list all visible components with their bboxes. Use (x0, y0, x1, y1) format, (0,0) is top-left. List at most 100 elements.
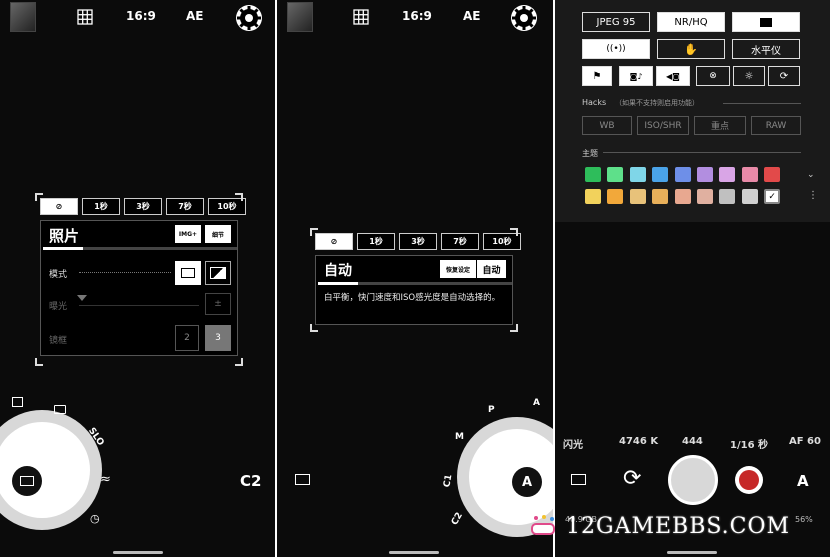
stabilizer-button[interactable]: ((•)) (582, 39, 650, 59)
card-title: 自动 (324, 263, 352, 279)
dial-center-button[interactable] (12, 466, 42, 496)
hack-iso-shr[interactable]: ISO/SHR (637, 116, 689, 135)
timer-1s-button[interactable]: 1秒 (82, 198, 120, 215)
af-value[interactable]: AF 60 (789, 436, 821, 447)
dial-mode-a[interactable]: A (512, 467, 542, 497)
theme-color-swatch[interactable] (629, 189, 646, 204)
auto-description: 白平衡，快门速度和ISO感光度是自动选择的。 (324, 293, 501, 303)
theme-color-swatch[interactable] (697, 167, 713, 182)
location-button[interactable]: ⚑ (582, 66, 612, 86)
frame-option-2[interactable]: 2 (175, 325, 199, 351)
theme-color-swatch[interactable] (629, 167, 646, 182)
ae-button[interactable]: AE (186, 9, 203, 23)
grid-icon[interactable] (353, 9, 369, 29)
mode-c1[interactable]: C1 (442, 474, 454, 488)
rotation-button[interactable]: ⟳ (768, 66, 800, 86)
ae-button[interactable]: AE (463, 9, 480, 23)
theme-divider (603, 152, 801, 153)
theme-color-swatch[interactable] (652, 189, 669, 204)
gear-icon[interactable] (511, 5, 537, 31)
theme-color-swatch[interactable] (585, 167, 601, 182)
mode-preview-button[interactable] (175, 261, 201, 285)
theme-color-swatch[interactable] (674, 167, 691, 182)
record-icon (739, 470, 759, 490)
window-icon[interactable] (571, 474, 586, 485)
grid-icon[interactable] (77, 9, 93, 29)
mode-p[interactable]: P (488, 405, 495, 415)
theme-color-swatch[interactable] (674, 189, 691, 204)
hack-focus[interactable]: 重点 (694, 116, 746, 135)
window-icon (181, 268, 195, 278)
theme-color-swatch[interactable] (719, 167, 736, 182)
timelapse-icon[interactable]: ◷ (90, 512, 100, 525)
theme-color-swatch[interactable] (764, 167, 781, 182)
folder-button[interactable] (732, 12, 800, 32)
gear-icon[interactable] (236, 5, 262, 31)
jpeg-quality-button[interactable]: JPEG 95 (582, 12, 650, 32)
hacks-note: （如果不支持则启用功能） (615, 99, 699, 107)
restore-settings-button[interactable]: 恢复设定 (440, 260, 476, 278)
brightness-button[interactable]: ☼ (733, 66, 765, 86)
mute-button[interactable]: ⊗ (696, 66, 730, 86)
theme-color-swatch[interactable] (697, 189, 713, 204)
watermark-logo (530, 514, 558, 538)
timer-1s-button[interactable]: 1秒 (357, 233, 395, 250)
shutter-sound-button[interactable]: ◀◙ (656, 66, 690, 86)
theme-color-swatch[interactable] (741, 167, 758, 182)
burst-button[interactable]: ✋ (657, 39, 725, 59)
img-plus-button[interactable]: IMG+ (175, 225, 201, 243)
timer-7s-button[interactable]: 7秒 (166, 198, 204, 215)
window-icon[interactable] (295, 474, 310, 485)
frame-corner (35, 193, 43, 201)
shutter-button[interactable] (668, 455, 718, 505)
theme-color-swatch[interactable] (607, 167, 624, 182)
nr-hq-button[interactable]: NR/HQ (657, 12, 725, 32)
theme-color-swatch[interactable] (719, 189, 736, 204)
exposure-label: 曝光 (49, 302, 68, 312)
timer-3s-button[interactable]: 3秒 (399, 233, 437, 250)
more-vertical-icon[interactable]: ⋮ (808, 190, 818, 201)
detail-button[interactable]: 细节 (205, 225, 231, 243)
white-balance-value[interactable]: 4746 K (619, 436, 658, 447)
gallery-thumbnail[interactable] (10, 2, 36, 32)
mode-m[interactable]: M (455, 432, 464, 442)
selected-theme-check-icon[interactable]: ✓ (764, 189, 781, 204)
exposure-slider-track[interactable] (79, 305, 199, 306)
exposure-slider-thumb[interactable] (77, 295, 87, 301)
auto-button[interactable]: 自动 (477, 260, 506, 278)
theme-color-swatch[interactable] (652, 167, 669, 182)
timer-off-button[interactable]: ⊘ (40, 198, 78, 215)
wave-icon[interactable]: ≈ (100, 472, 111, 487)
battery-percent: 56% (795, 515, 813, 524)
exposure-value[interactable]: ± (205, 293, 231, 315)
timer-3s-button[interactable]: 3秒 (124, 198, 162, 215)
aspect-ratio-button[interactable]: 16:9 (126, 9, 156, 23)
self-timer-row: ⊘ 1秒 3秒 7秒 10秒 (40, 198, 246, 215)
record-button[interactable] (735, 466, 763, 494)
timer-off-button[interactable]: ⊘ (315, 233, 353, 250)
timer-7s-button[interactable]: 7秒 (441, 233, 479, 250)
iso-value[interactable]: 444 (682, 436, 703, 447)
video-icon[interactable] (54, 405, 66, 414)
mode-c2[interactable]: C2 (450, 511, 465, 527)
custom-mode-c2[interactable]: C2 (240, 472, 261, 490)
switch-camera-icon[interactable]: ⟳ (623, 466, 641, 491)
hack-raw[interactable]: RAW (751, 116, 801, 135)
chevron-down-icon[interactable]: ⌄ (807, 170, 815, 180)
mode-a[interactable]: A (533, 398, 540, 408)
shutter-value[interactable]: 1/16 秒 (730, 436, 768, 451)
crop-icon[interactable] (12, 397, 23, 407)
mode-picture-button[interactable] (205, 261, 231, 285)
theme-color-swatch[interactable] (607, 189, 624, 204)
theme-color-swatch[interactable] (585, 189, 601, 204)
frame-option-3[interactable]: 3 (205, 325, 231, 351)
mode-letter[interactable]: A (797, 472, 809, 490)
level-button[interactable]: 水平仪 (732, 39, 800, 59)
aspect-ratio-button[interactable]: 16:9 (402, 9, 432, 23)
theme-color-swatch[interactable] (741, 189, 758, 204)
frame-corner (510, 324, 518, 332)
flash-status[interactable]: 闪光 (563, 436, 583, 451)
hack-wb[interactable]: WB (582, 116, 632, 135)
photo-sound-button[interactable]: ◙♪ (619, 66, 653, 86)
gallery-thumbnail[interactable] (287, 2, 313, 32)
